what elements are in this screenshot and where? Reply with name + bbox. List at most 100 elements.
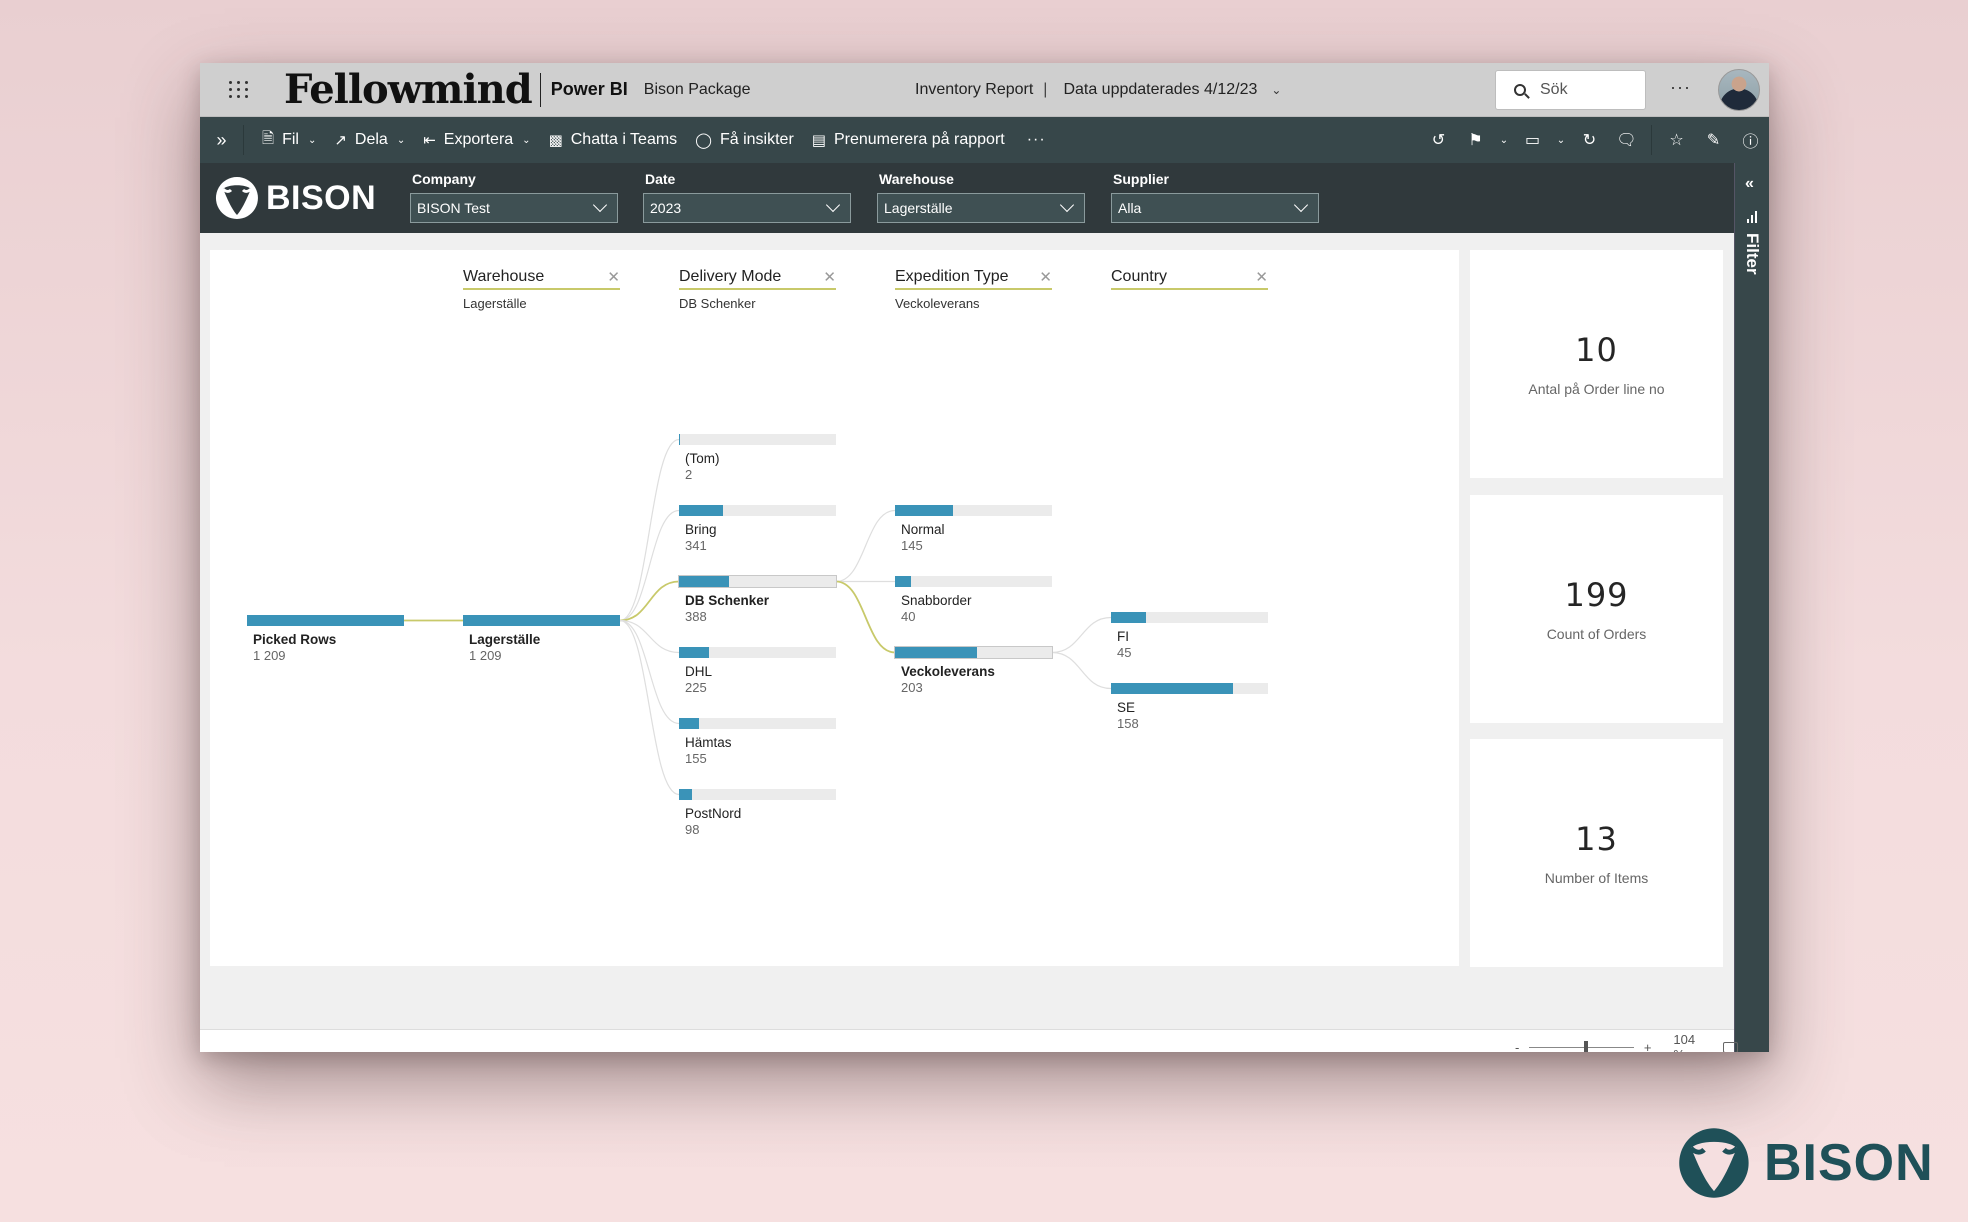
menu-share-label: Dela [354,131,388,148]
app-launcher-icon[interactable] [226,77,252,103]
node-value: 1 209 [253,648,286,663]
tree-node-expedition-type[interactable]: Snabborder 40 [895,576,1052,624]
slicer-warehouse-value: Lagerställe [884,200,953,216]
edit-icon[interactable]: ✎ [1695,130,1732,150]
kpi-caption: Antal på Order line no [1528,381,1665,397]
zoom-slider-thumb[interactable] [1583,1040,1588,1052]
zoom-level: 104 % [1673,1032,1696,1052]
more-options-button[interactable]: ··· [1670,77,1691,98]
chevron-down-icon [825,197,841,213]
slicer-date: Date 2023 [643,171,851,223]
search-placeholder: Sök [1540,81,1568,98]
node-bar-fill [895,576,911,587]
bison-mark-icon [215,177,258,219]
node-bar [679,647,836,658]
tree-node-country[interactable]: SE 158 [1111,683,1268,731]
level-selection: DB Schenker [679,296,756,311]
menu-insights[interactable]: ◯ Få insikter [695,131,794,149]
level-header-delivery-mode: Delivery Mode ✕ DB Schenker [679,268,836,311]
tree-connector [619,438,680,622]
node-bar [679,434,836,445]
product-name[interactable]: Power BI [551,79,628,100]
chevron-down-icon[interactable]: ⌄ [1494,135,1514,146]
tree-node-delivery-mode[interactable]: (Tom) 2 [679,434,836,482]
info-icon[interactable]: ⓘ [1732,128,1769,152]
user-avatar[interactable] [1718,69,1760,111]
menu-export[interactable]: ⇤ Exportera ⌄ [423,131,530,149]
menu-share[interactable]: ↗ Dela ⌄ [334,131,405,149]
node-bar-fill [679,576,730,587]
zoom-control: - + 104 % [1515,1032,1738,1052]
refresh-icon[interactable]: ↻ [1571,130,1608,150]
tree-node-country[interactable]: FI 45 [1111,612,1268,660]
tree-node-delivery-mode[interactable]: Bring 341 [679,505,836,553]
workspace-name[interactable]: Bison Package [644,81,751,99]
zoom-out-button[interactable]: - [1515,1040,1519,1053]
expand-nav-icon[interactable]: » [200,125,244,155]
slicer-supplier-dropdown[interactable]: Alla [1111,193,1319,223]
tree-node-delivery-mode[interactable]: DB Schenker 388 [678,575,837,624]
close-icon[interactable]: ✕ [1039,268,1052,286]
node-bar [679,718,836,729]
tree-node-expedition-type[interactable]: Normal 145 [895,505,1052,553]
menu-export-label: Exportera [443,131,514,148]
tree-node-delivery-mode[interactable]: Hämtas 155 [679,718,836,766]
tree-node-delivery-mode[interactable]: DHL 225 [679,647,836,695]
node-value: 2 [685,467,693,482]
node-bar [1111,612,1268,623]
slicer-warehouse-dropdown[interactable]: Lagerställe [877,193,1085,223]
slicer-date-label: Date [645,171,676,187]
slicer-date-dropdown[interactable]: 2023 [643,193,851,223]
zoom-slider[interactable] [1529,1040,1634,1052]
node-label: Normal [901,522,945,537]
node-value: 1 209 [469,648,502,663]
chevron-down-icon: ⌄ [307,134,317,146]
menu-chat-teams[interactable]: ▩ Chatta i Teams [549,131,678,149]
node-bar [895,505,1052,516]
menu-file[interactable]: 🗎 Fil ⌄ [262,128,316,153]
comment-icon[interactable]: 🗨 [1608,130,1645,150]
view-icon[interactable]: ▭ [1514,130,1551,150]
slicer-company-value: BISON Test [417,200,490,216]
node-label: Lagerställe [469,632,541,647]
level-selection: Lagerställe [463,296,527,311]
tree-node-delivery-mode[interactable]: PostNord 98 [679,789,836,837]
chevron-down-icon[interactable]: ⌄ [1551,135,1571,146]
node-value: 203 [901,680,923,695]
bookmark-icon[interactable]: ⚑ [1457,130,1494,150]
tree-node-warehouse[interactable]: Lagerställe 1 209 [463,615,620,663]
expand-filter-icon[interactable]: « [1745,175,1754,193]
slicer-company-dropdown[interactable]: BISON Test [410,193,618,223]
node-value: 155 [685,751,707,766]
fit-to-page-icon[interactable] [1722,1041,1738,1052]
kpi-value: 199 [1564,576,1629,614]
close-icon[interactable]: ✕ [823,268,836,286]
node-bar [463,615,620,626]
chevron-down-icon: ⌄ [396,134,406,146]
node-bar-fill [679,789,692,800]
zoom-in-button[interactable]: + [1644,1040,1652,1053]
search-input[interactable]: Sök [1495,70,1646,110]
chevron-down-icon[interactable]: ⌄ [1271,83,1281,97]
tree-node-expedition-type[interactable]: Veckoleverans 203 [894,646,1053,695]
report-title-area[interactable]: Inventory Report | Data uppdaterades 4/1… [915,63,1281,117]
powerbi-window: Fellowmind Power BI Bison Package Invent… [200,63,1769,1052]
close-icon[interactable]: ✕ [607,268,620,286]
subscribe-icon: ▤ [811,132,826,149]
more-commands-button[interactable]: ··· [1027,131,1046,149]
app-header: Fellowmind Power BI Bison Package Invent… [200,63,1769,117]
menu-subscribe[interactable]: ▤ Prenumerera på rapport [812,131,1005,149]
node-value: 145 [901,538,923,553]
node-label: Snabborder [901,593,972,608]
filter-pane-collapsed[interactable]: « Filter [1734,163,1769,1052]
bison-mark-icon [1679,1128,1749,1198]
tree-node-root[interactable]: Picked Rows 1 209 [247,615,404,663]
title-divider: | [1043,81,1048,98]
level-field-name: Warehouse [463,268,545,285]
bison-logo-text: BISON [266,178,377,217]
slicer-company: Company BISON Test [410,171,618,223]
reset-icon[interactable]: ↺ [1420,130,1457,150]
node-bar [678,575,837,588]
close-icon[interactable]: ✕ [1255,268,1268,286]
favorite-icon[interactable]: ☆ [1658,130,1695,150]
